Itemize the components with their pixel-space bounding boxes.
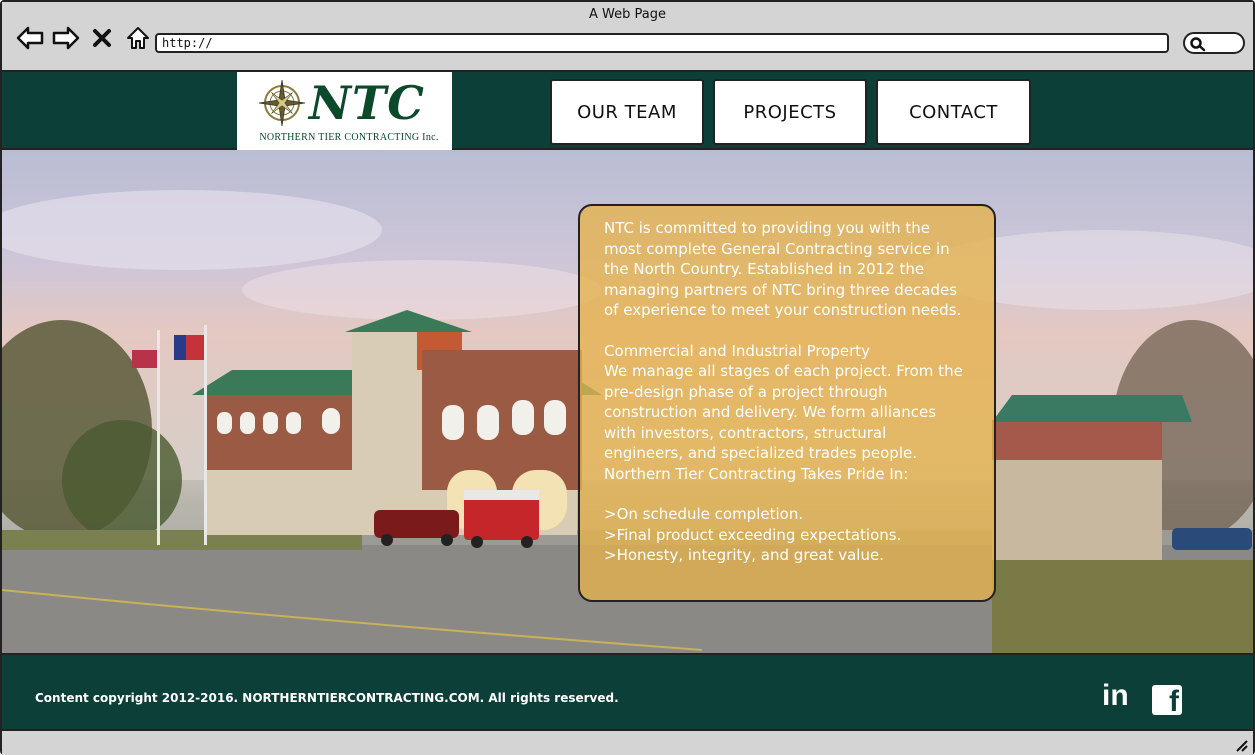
pride-item: >On schedule completion. <box>604 505 804 523</box>
compass-rose-icon <box>258 79 306 127</box>
facebook-icon[interactable]: f <box>1152 685 1182 718</box>
home-icon[interactable] <box>124 24 152 52</box>
close-x-icon[interactable] <box>88 24 116 52</box>
site-header: NTC NORTHERN TIER CONTRACTING Inc. OUR T… <box>2 72 1253 150</box>
pride-title: Northern Tier Contracting Takes Pride In… <box>604 464 909 483</box>
copyright-text: Content copyright 2012-2016. NORTHERNTIE… <box>35 691 619 705</box>
search-icon <box>1190 37 1206 52</box>
nav-projects-button[interactable]: PROJECTS <box>713 79 867 145</box>
browser-window: A Web Page http:// NTC NORTHERN TIER CON… <box>0 0 1255 755</box>
linkedin-icon[interactable]: in <box>1102 679 1129 713</box>
section-title: Commercial and Industrial Property <box>604 341 871 360</box>
facebook-glyph: f <box>1169 685 1179 718</box>
browser-statusbar <box>2 731 1253 755</box>
pride-item: >Final product exceeding expectations. <box>604 525 902 544</box>
company-logo[interactable]: NTC NORTHERN TIER CONTRACTING Inc. <box>237 72 452 150</box>
logo-text: NTC <box>309 76 425 130</box>
back-arrow-icon[interactable] <box>16 24 44 52</box>
intro-paragraph: NTC is committed to providing you with t… <box>604 219 962 319</box>
browser-titlebar: A Web Page http:// <box>2 2 1253 72</box>
browser-search-field[interactable] <box>1183 32 1245 54</box>
site-footer: Content copyright 2012-2016. NORTHERNTIE… <box>2 653 1253 731</box>
url-input[interactable]: http:// <box>155 33 1169 53</box>
about-card: NTC is committed to providing you with t… <box>578 204 996 602</box>
browser-nav-controls <box>16 24 152 52</box>
forward-arrow-icon[interactable] <box>52 24 80 52</box>
hero-section: NTC is committed to providing you with t… <box>2 150 1253 653</box>
section-body: We manage all stages of each project. Fr… <box>604 362 963 462</box>
logo-subtitle: NORTHERN TIER CONTRACTING Inc. <box>259 132 439 143</box>
pride-item: >Honesty, integrity, and great value. <box>604 546 884 564</box>
nav-contact-button[interactable]: CONTACT <box>876 79 1031 145</box>
resize-grip-icon[interactable] <box>1233 737 1249 753</box>
window-title: A Web Page <box>589 7 666 22</box>
nav-our-team-button[interactable]: OUR TEAM <box>550 79 704 145</box>
